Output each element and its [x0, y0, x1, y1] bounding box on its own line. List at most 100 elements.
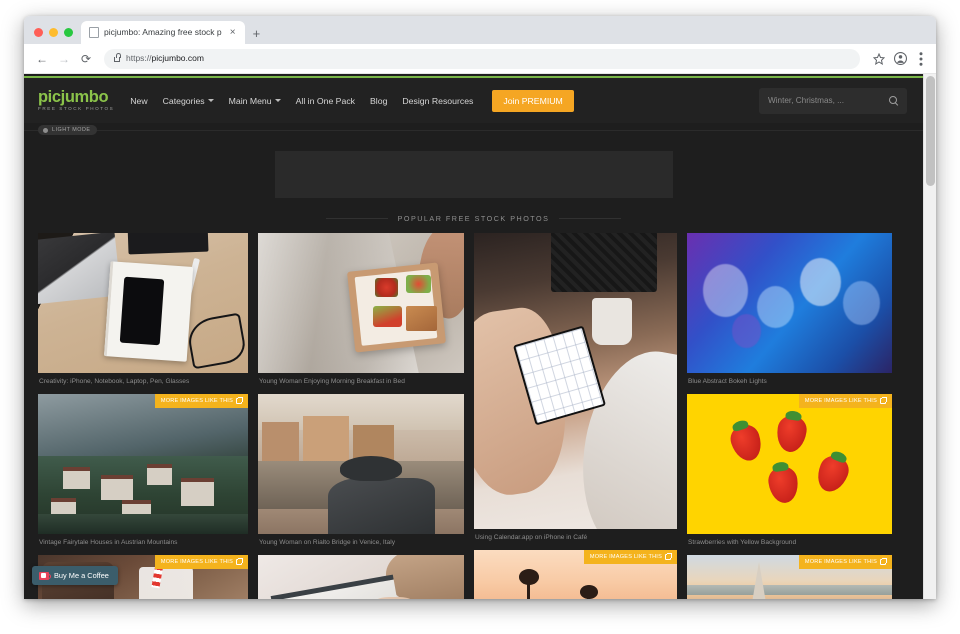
nav-item-categories[interactable]: Categories [163, 96, 214, 106]
light-mode-label: LIGHT MODE [52, 127, 91, 133]
photo-thumbnail[interactable] [258, 233, 464, 373]
photo-card[interactable]: MORE IMAGES LIKE THIS [474, 549, 677, 599]
photo-grid: Creativity: iPhone, Notebook, Laptop, Pe… [24, 233, 923, 599]
tab-strip: picjumbo: Amazing free stock p × + [24, 16, 936, 44]
photo-caption: Vintage Fairytale Houses in Austrian Mou… [39, 538, 178, 546]
section-title: POPULAR FREE STOCK PHOTOS [397, 214, 550, 223]
search-box[interactable] [759, 87, 907, 114]
badge-label: MORE IMAGES LIKE THIS [804, 558, 877, 565]
photo-caption: Young Woman on Rialto Bridge in Venice, … [259, 538, 395, 546]
photo-thumbnail[interactable]: MORE IMAGES LIKE THIS [38, 393, 248, 534]
more-images-badge[interactable]: MORE IMAGES LIKE THIS [154, 554, 248, 569]
nav-label: Design Resources [402, 95, 474, 106]
nav-label: New [130, 95, 148, 106]
external-link-icon [880, 396, 887, 404]
address-bar[interactable]: https://picjumbo.com [104, 48, 860, 69]
maximize-window-button[interactable] [64, 28, 73, 37]
photo-caption: Creativity: iPhone, Notebook, Laptop, Pe… [39, 378, 190, 385]
divider-right [559, 218, 622, 219]
photo-thumbnail[interactable]: MORE IMAGES LIKE THIS [687, 554, 892, 599]
logo-wordmark: picjumbo [38, 87, 109, 106]
section-heading: POPULAR FREE STOCK PHOTOS [24, 210, 923, 233]
new-tab-button[interactable]: + [245, 27, 269, 44]
light-mode-bar: LIGHT MODE [24, 123, 923, 137]
site-header: picjumbo FREE STOCK PHOTOS New Categorie… [24, 78, 923, 123]
badge-label: MORE IMAGES LIKE THIS [804, 397, 877, 404]
nav-item-all-in-one-pack[interactable]: All in One Pack [296, 96, 355, 106]
buy-me-a-coffee-label: Buy Me a Coffee [54, 571, 109, 580]
reload-icon[interactable]: ⟳ [76, 49, 96, 69]
scrollbar-thumb[interactable] [926, 76, 935, 186]
chevron-down-icon [207, 99, 214, 102]
nav-item-design-resources[interactable]: Design Resources [402, 96, 473, 106]
photo-thumbnail[interactable] [474, 233, 677, 529]
nav-item-blog[interactable]: Blog [370, 96, 387, 106]
forward-icon[interactable]: → [54, 49, 74, 69]
more-images-badge[interactable]: MORE IMAGES LIKE THIS [154, 393, 248, 408]
buy-me-a-coffee-widget[interactable]: Buy Me a Coffee [32, 566, 118, 585]
photo-card[interactable] [258, 554, 464, 599]
external-link-icon [665, 552, 672, 560]
minimize-window-button[interactable] [49, 28, 58, 37]
nav-item-new[interactable]: New [130, 96, 147, 106]
back-icon[interactable]: ← [32, 49, 52, 69]
nav-label: Categories [162, 95, 205, 106]
main-navigation: New Categories Main Menu All in One Pack… [130, 89, 759, 112]
close-icon[interactable]: × [227, 27, 239, 38]
external-link-icon [236, 396, 243, 404]
search-icon[interactable] [889, 96, 898, 105]
ad-placeholder-wrapper [24, 137, 923, 210]
join-premium-button[interactable]: Join PREMIUM [492, 89, 574, 112]
photo-card[interactable]: MORE IMAGES LIKE THIS Strawberries with … [687, 393, 892, 547]
url-scheme: https:// [126, 53, 152, 64]
photo-card[interactable]: MORE IMAGES LIKE THIS Vintage Fairytale … [38, 393, 248, 547]
photo-caption: Using Calendar.app on iPhone in Café [475, 534, 588, 541]
nav-label: All in One Pack [295, 95, 356, 106]
close-window-button[interactable] [34, 28, 43, 37]
profile-avatar-icon[interactable] [893, 52, 907, 66]
grid-column-1: Creativity: iPhone, Notebook, Laptop, Pe… [38, 233, 248, 599]
external-link-icon [880, 557, 887, 565]
web-page: picjumbo FREE STOCK PHOTOS New Categorie… [24, 76, 923, 599]
photo-card[interactable]: Blue Abstract Bokeh Lights [687, 233, 892, 386]
photo-card[interactable]: Young Woman Enjoying Morning Breakfast i… [258, 233, 464, 386]
browser-tab[interactable]: picjumbo: Amazing free stock p × [81, 21, 245, 44]
divider-left [325, 218, 388, 219]
window-controls [32, 28, 81, 44]
coffee-cup-icon [39, 571, 51, 580]
photo-thumbnail[interactable] [38, 233, 248, 373]
light-mode-toggle[interactable]: LIGHT MODE [38, 125, 98, 135]
photo-thumbnail[interactable]: MORE IMAGES LIKE THIS [687, 393, 892, 534]
photo-card[interactable]: Young Woman on Rialto Bridge in Venice, … [258, 393, 464, 547]
search-input[interactable] [768, 96, 878, 105]
photo-card[interactable]: Creativity: iPhone, Notebook, Laptop, Pe… [38, 233, 248, 386]
nav-label: Main Menu [228, 95, 272, 106]
browser-window: picjumbo: Amazing free stock p × + ← → ⟳… [24, 16, 936, 599]
logo-tagline: FREE STOCK PHOTOS [38, 106, 115, 112]
chevron-down-icon [274, 99, 281, 102]
bookmark-star-icon[interactable] [872, 52, 886, 66]
photo-thumbnail[interactable] [687, 233, 892, 373]
ad-placeholder [274, 151, 673, 198]
more-images-badge[interactable]: MORE IMAGES LIKE THIS [583, 549, 677, 564]
grid-column-2: Young Woman Enjoying Morning Breakfast i… [258, 233, 464, 599]
more-images-badge[interactable]: MORE IMAGES LIKE THIS [798, 554, 892, 569]
photo-card[interactable]: Using Calendar.app on iPhone in Café [474, 233, 677, 542]
more-images-badge[interactable]: MORE IMAGES LIKE THIS [798, 393, 892, 408]
three-dot-menu-icon[interactable] [914, 51, 928, 66]
photo-card[interactable]: MORE IMAGES LIKE THIS [687, 554, 892, 599]
external-link-icon [236, 557, 243, 565]
tab-title: picjumbo: Amazing free stock p [104, 28, 222, 37]
photo-thumbnail[interactable] [258, 554, 464, 599]
photo-thumbnail[interactable] [258, 393, 464, 534]
badge-label: MORE IMAGES LIKE THIS [160, 558, 233, 565]
toggle-dot-icon [43, 127, 48, 133]
page-viewport: picjumbo FREE STOCK PHOTOS New Categorie… [24, 74, 936, 599]
site-logo[interactable]: picjumbo FREE STOCK PHOTOS [38, 89, 114, 112]
grid-column-4: Blue Abstract Bokeh Lights MORE IMAGES L… [687, 233, 892, 599]
lock-icon [114, 53, 121, 62]
grid-column-3: Using Calendar.app on iPhone in Café MOR… [474, 233, 677, 599]
page-scrollbar[interactable] [923, 74, 936, 599]
nav-item-main-menu[interactable]: Main Menu [229, 96, 281, 106]
photo-thumbnail[interactable]: MORE IMAGES LIKE THIS [474, 549, 677, 599]
